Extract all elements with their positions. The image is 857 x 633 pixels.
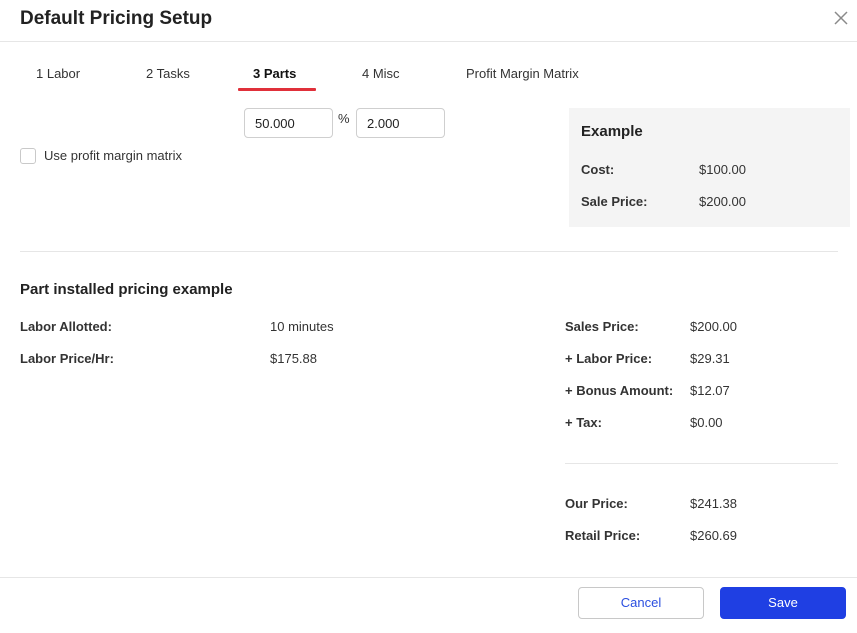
active-tab-indicator [238,88,316,91]
labor-price-value: $29.31 [690,351,730,366]
installed-section-title: Part installed pricing example [20,281,233,298]
retail-price-value: $260.69 [690,528,737,543]
tab-labor[interactable]: 1 Labor [36,66,80,81]
save-button[interactable]: Save [720,587,846,619]
our-price-label: Our Price: [565,496,628,511]
sales-price-label: Sales Price: [565,319,639,334]
example-cost-label: Cost: [581,162,615,177]
tab-tasks[interactable]: 2 Tasks [146,66,190,81]
bonus-amount-label: + Bonus Amount: [565,383,674,398]
bonus-amount-value: $12.07 [690,383,730,398]
totals-divider [565,463,838,464]
dialog-title: Default Pricing Setup [20,8,213,29]
labor-allotted-value: 10 minutes [270,319,334,334]
retail-price-label: Retail Price: [565,528,641,543]
example-panel: Example Cost: $100.00 Sale Price: $200.0… [569,108,850,227]
example-sale-value: $200.00 [699,194,746,209]
profit-matrix-checkbox[interactable] [20,148,36,164]
close-icon[interactable] [832,9,850,27]
tab-profit-margin-matrix[interactable]: Profit Margin Matrix [466,66,579,81]
section-divider [20,251,838,252]
example-title: Example [581,123,643,140]
tax-label: + Tax: [565,415,602,430]
tax-value: $0.00 [690,415,723,430]
margin-percent-input[interactable] [244,108,333,138]
example-cost-value: $100.00 [699,162,746,177]
sales-price-value: $200.00 [690,319,737,334]
labor-price-hr-value: $175.88 [270,351,317,366]
our-price-value: $241.38 [690,496,737,511]
example-sale-label: Sale Price: [581,194,648,209]
profit-matrix-checkbox-label[interactable]: Use profit margin matrix [44,148,182,163]
labor-allotted-label: Labor Allotted: [20,319,112,334]
tab-bar: 1 Labor 2 Tasks 3 Parts 4 Misc Profit Ma… [0,60,857,92]
labor-price-hr-label: Labor Price/Hr: [20,351,114,366]
percent-symbol: % [338,111,350,126]
multiplier-input[interactable] [356,108,445,138]
dialog-header: Default Pricing Setup [0,0,857,42]
cancel-button[interactable]: Cancel [578,587,704,619]
tab-misc[interactable]: 4 Misc [362,66,400,81]
labor-price-label: + Labor Price: [565,351,653,366]
footer-divider [0,577,857,578]
tab-parts[interactable]: 3 Parts [253,66,296,81]
